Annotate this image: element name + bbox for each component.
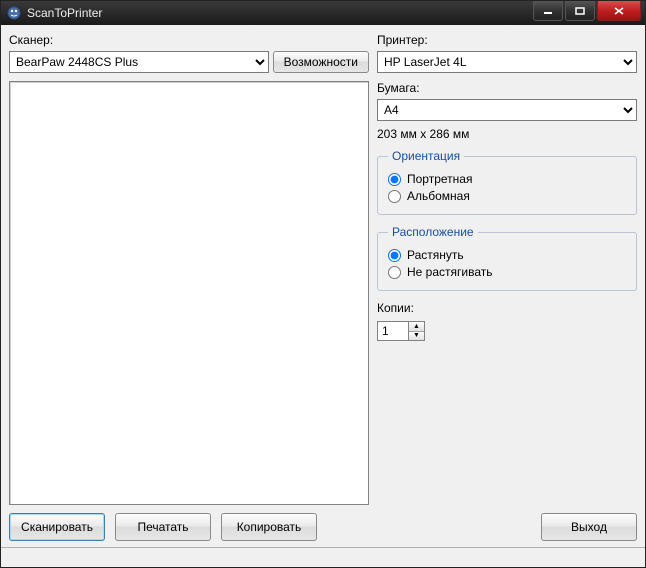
- layout-group: Расположение Растянуть Не растягивать: [377, 225, 637, 291]
- scanner-select[interactable]: BearPaw 2448CS Plus: [9, 51, 269, 73]
- orientation-portrait-radio[interactable]: [388, 173, 401, 186]
- titlebar: ScanToPrinter: [1, 1, 645, 25]
- printer-select[interactable]: HP LaserJet 4L: [377, 51, 637, 73]
- scanner-label: Сканер:: [9, 33, 369, 47]
- exit-button[interactable]: Выход: [541, 513, 637, 541]
- layout-stretch-radio[interactable]: [388, 249, 401, 262]
- orientation-landscape-radio[interactable]: [388, 190, 401, 203]
- maximize-button[interactable]: [565, 1, 595, 21]
- layout-nostretch-label: Не растягивать: [407, 265, 493, 279]
- printer-label: Принтер:: [377, 33, 637, 47]
- scan-button[interactable]: Сканировать: [9, 513, 105, 541]
- client-area: Сканер: BearPaw 2448CS Plus Возможности …: [1, 25, 645, 547]
- layout-legend: Расположение: [388, 225, 478, 239]
- app-window: ScanToPrinter Сканер:: [0, 0, 646, 568]
- copies-spinner: ▲ ▼: [409, 321, 425, 341]
- orientation-portrait-label: Портретная: [407, 172, 472, 186]
- orientation-landscape-row[interactable]: Альбомная: [388, 189, 626, 203]
- layout-nostretch-radio[interactable]: [388, 266, 401, 279]
- app-icon: [7, 6, 21, 20]
- preview-area: [9, 81, 369, 505]
- orientation-landscape-label: Альбомная: [407, 189, 470, 203]
- layout-stretch-label: Растянуть: [407, 248, 464, 262]
- status-bar: [1, 547, 645, 567]
- paper-label: Бумага:: [377, 81, 637, 95]
- copies-spin-down[interactable]: ▼: [409, 332, 424, 341]
- paper-dimensions: 203 мм x 286 мм: [377, 127, 637, 141]
- layout-nostretch-row[interactable]: Не растягивать: [388, 265, 626, 279]
- minimize-button[interactable]: [533, 1, 563, 21]
- close-button[interactable]: [597, 1, 641, 21]
- copy-button[interactable]: Копировать: [221, 513, 317, 541]
- orientation-portrait-row[interactable]: Портретная: [388, 172, 626, 186]
- capabilities-button[interactable]: Возможности: [273, 51, 369, 73]
- paper-select[interactable]: A4: [377, 99, 637, 121]
- left-column: Сканер: BearPaw 2448CS Plus Возможности: [9, 31, 369, 505]
- print-button[interactable]: Печатать: [115, 513, 211, 541]
- window-title: ScanToPrinter: [27, 6, 533, 20]
- window-buttons: [533, 1, 645, 25]
- orientation-group: Ориентация Портретная Альбомная: [377, 149, 637, 215]
- right-column: Принтер: HP LaserJet 4L Бумага: A4 203 м…: [377, 31, 637, 505]
- orientation-legend: Ориентация: [388, 149, 464, 163]
- copies-input[interactable]: [377, 321, 409, 341]
- layout-stretch-row[interactable]: Растянуть: [388, 248, 626, 262]
- bottom-bar: Сканировать Печатать Копировать Выход: [9, 513, 637, 541]
- copies-label: Копии:: [377, 301, 637, 315]
- copies-spin-up[interactable]: ▲: [409, 322, 424, 332]
